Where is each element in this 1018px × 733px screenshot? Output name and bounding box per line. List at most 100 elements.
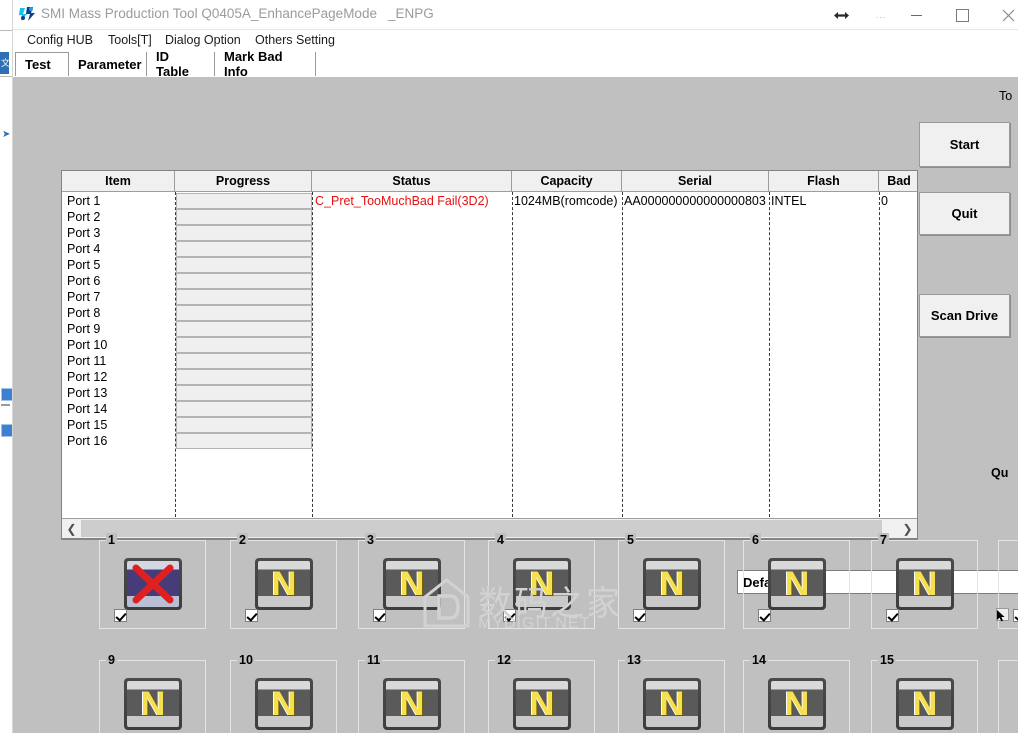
drive-slot-number: 14	[750, 653, 768, 667]
table-row[interactable]: Port 6	[67, 274, 100, 288]
drive-thumbnail-5[interactable]: N	[643, 558, 701, 610]
table-row[interactable]: Port 2	[67, 210, 100, 224]
table-row[interactable]: Port 14	[67, 402, 107, 416]
drive-checkbox-2[interactable]	[245, 609, 258, 622]
column-header-status[interactable]: Status	[312, 171, 512, 191]
table-row[interactable]: Port 13	[67, 386, 107, 400]
table-row[interactable]: Port 9	[67, 322, 100, 336]
drive-thumbnail-6[interactable]: N	[768, 558, 826, 610]
port-status-table[interactable]: Item Progress Status Capacity Serial Fla…	[61, 170, 918, 540]
drive-slot-11[interactable]: 11 N	[358, 653, 465, 733]
table-row[interactable]: Port 11	[67, 354, 106, 368]
drive-state-letter: N	[529, 564, 555, 603]
column-separator	[879, 192, 880, 522]
table-row[interactable]: Port 12	[67, 370, 107, 384]
drive-checkbox-5[interactable]	[633, 609, 646, 622]
tab-parameter[interactable]: Parameter	[69, 52, 147, 76]
drive-slot-12[interactable]: 12 N	[488, 653, 595, 733]
start-button[interactable]: Start	[919, 122, 1010, 167]
column-header-capacity[interactable]: Capacity	[512, 171, 622, 191]
drive-slot-10[interactable]: 10 N	[230, 653, 337, 733]
quit-button[interactable]: Quit	[919, 192, 1010, 235]
tab-mark-bad-info[interactable]: Mark Bad Info	[215, 49, 316, 79]
drive-slot-2[interactable]: 2 N	[230, 533, 337, 629]
drive-thumbnail-2[interactable]: N	[255, 558, 313, 610]
drive-slot-number: 4	[495, 533, 506, 547]
drive-checkbox-3[interactable]	[373, 609, 386, 622]
drive-thumbnail-1[interactable]	[124, 558, 182, 610]
drive-slot-9[interactable]: 9 N	[99, 653, 206, 733]
menu-config-hub[interactable]: Config HUB	[27, 33, 93, 47]
table-row[interactable]: Port 8	[67, 306, 100, 320]
progress-bar-port-16	[176, 433, 312, 449]
menu-others-setting[interactable]: Others Setting	[255, 33, 335, 47]
column-header-flash[interactable]: Flash	[769, 171, 879, 191]
column-header-item[interactable]: Item	[62, 171, 175, 191]
window-title: SMI Mass Production Tool Q0405A_EnhanceP…	[41, 6, 377, 21]
column-header-serial[interactable]: Serial	[622, 171, 769, 191]
table-header-row: Item Progress Status Capacity Serial Fla…	[62, 171, 917, 192]
drive-state-letter: N	[659, 684, 685, 723]
drive-slot-3[interactable]: 3 N	[358, 533, 465, 629]
table-row[interactable]: Port 1	[67, 194, 100, 208]
tab-test[interactable]: Test	[15, 52, 69, 76]
drive-checkbox-6[interactable]	[758, 609, 771, 622]
drive-slot-1[interactable]: 1	[99, 533, 206, 629]
table-row[interactable]: Port 5	[67, 258, 100, 272]
drive-slot-14[interactable]: 14 N	[743, 653, 850, 733]
taskbar-divider	[1, 404, 10, 406]
drive-checkbox-7[interactable]	[886, 609, 899, 622]
table-row[interactable]: Port 7	[67, 290, 100, 304]
drive-slot-6[interactable]: 6 N	[743, 533, 850, 629]
desktop-divider	[0, 30, 12, 31]
drive-checkbox-8[interactable]	[1013, 609, 1018, 622]
progress-bar-port-2	[176, 209, 312, 225]
clipped-tools-label: To	[999, 89, 1013, 103]
menu-dialog-option[interactable]: Dialog Option	[165, 33, 241, 47]
progress-bar-port-14	[176, 401, 312, 417]
drive-slot-13[interactable]: 13 N	[618, 653, 725, 733]
table-row[interactable]: Port 16	[67, 434, 107, 448]
client-area: To Qu Item Progress Status Capacity Seri…	[13, 76, 1018, 733]
drive-thumbnail-11[interactable]: N	[383, 678, 441, 730]
drive-slot-15[interactable]: 15 N	[871, 653, 978, 733]
drive-state-letter: N	[912, 564, 938, 603]
drive-thumbnail-3[interactable]: N	[383, 558, 441, 610]
table-row[interactable]: Port 3	[67, 226, 100, 240]
maximize-button[interactable]	[939, 0, 985, 30]
table-row[interactable]: Port 4	[67, 242, 100, 256]
drive-thumbnail-12[interactable]: N	[513, 678, 571, 730]
drive-slot-16[interactable]	[998, 653, 1018, 733]
drive-thumbnail-7[interactable]: N	[896, 558, 954, 610]
close-button[interactable]	[985, 0, 1018, 30]
drive-slot-number: 7	[878, 533, 889, 547]
drive-thumbnail-15[interactable]: N	[896, 678, 954, 730]
column-separator	[312, 192, 313, 522]
drive-checkbox-4[interactable]	[503, 609, 516, 622]
table-row[interactable]: Port 10	[67, 338, 107, 352]
column-header-progress[interactable]: Progress	[175, 171, 312, 191]
ime-label: 文	[1, 58, 11, 68]
minimize-button[interactable]	[893, 0, 939, 30]
drive-slot-4[interactable]: 4 N	[488, 533, 595, 629]
drive-thumbnail-10[interactable]: N	[255, 678, 313, 730]
drive-slot-5[interactable]: 5 N	[618, 533, 725, 629]
scan-drive-button[interactable]: Scan Drive	[919, 294, 1010, 337]
ime-indicator[interactable]: 文	[0, 52, 11, 74]
drive-slot-7[interactable]: 7 N	[871, 533, 978, 629]
drive-thumbnail-4[interactable]: N	[513, 558, 571, 610]
drive-thumbnail-13[interactable]: N	[643, 678, 701, 730]
drive-slot-number: 1	[106, 533, 117, 547]
drive-slot-number: 11	[365, 653, 383, 667]
drive-thumbnail-9[interactable]: N	[124, 678, 182, 730]
table-row[interactable]: Port 15	[67, 418, 107, 432]
scroll-left-icon[interactable]: ❮	[62, 519, 81, 538]
drive-checkbox-1[interactable]	[114, 609, 127, 622]
desktop-left-strip	[0, 0, 12, 733]
tab-id-table[interactable]: ID Table	[147, 49, 215, 79]
drive-slot-number: 9	[106, 653, 117, 667]
drive-thumbnail-14[interactable]: N	[768, 678, 826, 730]
column-header-bad[interactable]: Bad	[879, 171, 917, 191]
progress-bar-port-15	[176, 417, 312, 433]
menu-tools[interactable]: Tools[T]	[108, 33, 152, 47]
